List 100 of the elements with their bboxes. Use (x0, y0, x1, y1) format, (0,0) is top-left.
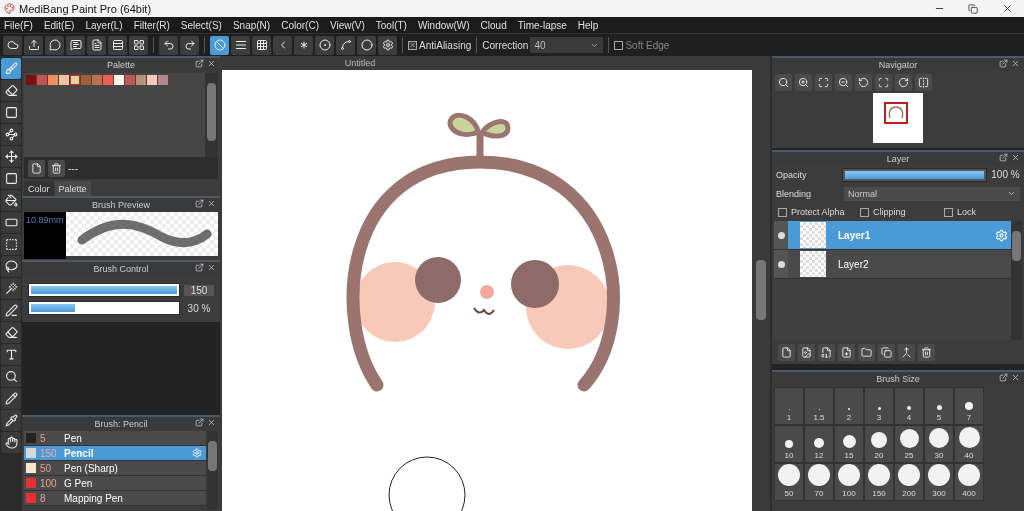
scrollbar-thumb[interactable] (756, 260, 766, 320)
fill-square-tool[interactable] (1, 168, 21, 189)
folder-button[interactable] (858, 343, 875, 361)
zoom-reset-button[interactable] (775, 73, 792, 91)
menu-item[interactable]: Cloud (476, 19, 514, 31)
grid-button[interactable] (252, 35, 271, 55)
menu-item[interactable]: View(V) (325, 19, 372, 31)
pen-tool[interactable] (1, 388, 21, 409)
new-palette-button[interactable] (28, 159, 45, 177)
brush-size-option[interactable]: 200 (894, 463, 924, 501)
brush-size-option[interactable]: 12 (804, 425, 834, 463)
menu-item[interactable]: File(F) (0, 19, 40, 31)
eyedropper-tool[interactable] (1, 410, 21, 431)
brush-size-option[interactable]: 1 (774, 387, 804, 425)
rotate-right-button[interactable] (895, 73, 912, 91)
concentric-button[interactable] (315, 35, 334, 55)
panel-tab[interactable]: Color (24, 181, 54, 196)
brush-size-option[interactable]: 70 (804, 463, 834, 501)
brush-size-option[interactable]: 30 (924, 425, 954, 463)
brush-size-option[interactable]: 50 (774, 463, 804, 501)
flip-button[interactable] (915, 73, 932, 91)
brush-size-option[interactable]: 100 (834, 463, 864, 501)
settings-button[interactable] (378, 35, 397, 55)
undock-icon[interactable] (195, 263, 204, 272)
color-swatch[interactable] (37, 75, 47, 85)
select-pen-tool[interactable] (1, 300, 21, 321)
brush-size-option[interactable]: 4 (894, 387, 924, 425)
comment-list-button[interactable] (66, 35, 85, 55)
color-swatch[interactable] (136, 75, 146, 85)
add-button[interactable] (838, 343, 855, 361)
undock-icon[interactable] (195, 199, 204, 208)
brush-item[interactable]: 50 Pen (Sharp) (24, 461, 206, 476)
blending-dropdown[interactable]: Normal (844, 186, 1020, 201)
new-8bit-button[interactable] (818, 343, 835, 361)
zoom-in-button[interactable] (795, 73, 812, 91)
brush-size-option[interactable]: 5 (924, 387, 954, 425)
slider-track[interactable] (28, 301, 180, 315)
grid-edit-button[interactable] (129, 35, 148, 55)
hand-tool[interactable] (1, 432, 21, 453)
menu-item[interactable]: Filter(R) (129, 19, 177, 31)
scrollbar[interactable] (205, 73, 218, 157)
scrollbar[interactable] (207, 431, 218, 510)
brush-size-option[interactable]: 15 (834, 425, 864, 463)
export-button[interactable] (24, 35, 43, 55)
menu-item[interactable]: Layer(L) (81, 19, 130, 31)
color-swatch[interactable] (125, 75, 135, 85)
color-swatch[interactable] (81, 75, 91, 85)
brush-size-option[interactable]: 20 (864, 425, 894, 463)
antialiasing-checkbox[interactable] (408, 40, 417, 50)
color-swatch[interactable] (92, 75, 102, 85)
menu-item[interactable]: Tool(T) (371, 19, 414, 31)
close-icon[interactable] (1011, 153, 1020, 162)
merge-button[interactable] (898, 343, 915, 361)
list-edit-button[interactable] (108, 35, 127, 55)
menu-item[interactable]: Color(C) (277, 19, 326, 31)
circle-button[interactable] (357, 35, 376, 55)
brush-size-option[interactable]: 400 (954, 463, 984, 501)
scrollbar[interactable] (1011, 221, 1022, 340)
select-rect-tool[interactable] (1, 234, 21, 255)
redo-button[interactable] (180, 35, 199, 55)
close-icon[interactable] (207, 199, 216, 208)
fit-button[interactable] (815, 73, 832, 91)
parallel-button[interactable] (231, 35, 250, 55)
eraser-tool[interactable] (1, 80, 21, 101)
fit-rotate-button[interactable] (875, 73, 892, 91)
brush-size-option[interactable]: 3 (864, 387, 894, 425)
radial-button[interactable] (294, 35, 313, 55)
brush-size-option[interactable]: 40 (954, 425, 984, 463)
brush-size-option[interactable]: 300 (924, 463, 954, 501)
snap-off-button[interactable] (210, 35, 229, 55)
undock-icon[interactable] (999, 373, 1008, 382)
close-icon[interactable] (207, 59, 216, 68)
connect-tool[interactable] (1, 124, 21, 145)
magic-wand-tool[interactable] (1, 278, 21, 299)
option-checkbox[interactable] (860, 207, 869, 217)
brush-item[interactable]: 5 Pen (24, 431, 206, 446)
soft-edge-checkbox[interactable] (614, 40, 624, 50)
menu-item[interactable]: Snap(N) (228, 19, 278, 31)
brush-size-option[interactable]: 1.5 (804, 387, 834, 425)
color-swatch[interactable] (147, 75, 157, 85)
close-icon[interactable] (1011, 59, 1020, 68)
delete-button[interactable] (918, 343, 935, 361)
undo-button[interactable] (159, 35, 178, 55)
undock-icon[interactable] (999, 153, 1008, 162)
comment-button[interactable] (45, 35, 64, 55)
rotate-left-button[interactable] (855, 73, 872, 91)
menu-item[interactable]: Window(W) (413, 19, 477, 31)
duplicate-button[interactable] (878, 343, 895, 361)
color-swatch[interactable] (103, 75, 113, 85)
brush-size-option[interactable]: 7 (954, 387, 984, 425)
panel-tab[interactable]: Palette (54, 181, 91, 196)
visibility-toggle[interactable] (774, 250, 788, 278)
color-swatch[interactable] (114, 75, 124, 85)
brush-size-option[interactable]: 2 (834, 387, 864, 425)
color-swatch[interactable] (158, 75, 168, 85)
brush-item[interactable]: 8 Mapping Pen (24, 491, 206, 506)
brush-size-option[interactable]: 10 (774, 425, 804, 463)
correction-dropdown[interactable]: 40 (530, 37, 604, 53)
color-swatch[interactable] (26, 75, 36, 85)
layer-row[interactable]: Layer2 (774, 250, 1011, 279)
